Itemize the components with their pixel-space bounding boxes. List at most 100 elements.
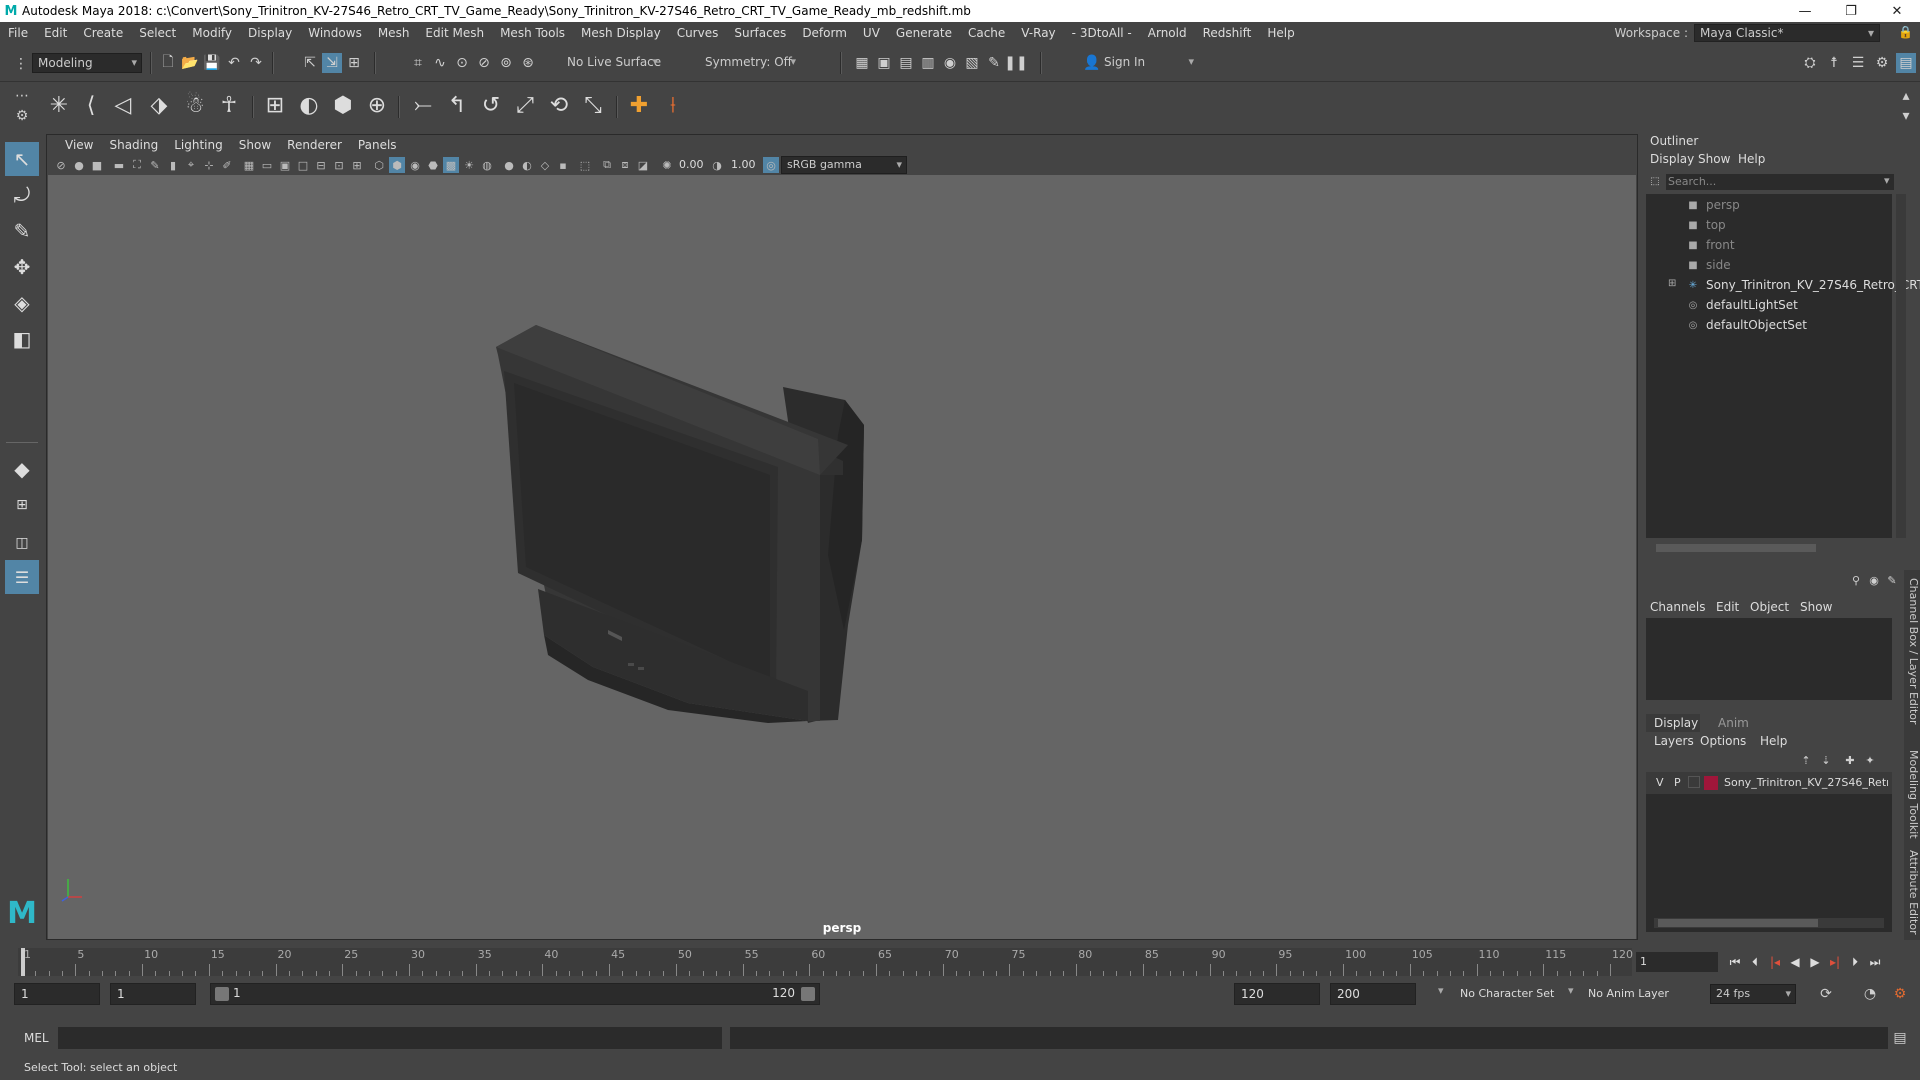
- redo-icon[interactable]: ↷: [246, 53, 266, 73]
- step-back-frame-icon[interactable]: |◂: [1766, 954, 1784, 970]
- select-object-icon[interactable]: ⇲: [322, 53, 342, 73]
- live-surface-field[interactable]: No Live Surface: [562, 53, 662, 73]
- animation-preferences-icon[interactable]: ⚙: [1890, 984, 1910, 1004]
- depth-of-field-icon[interactable]: ◇: [537, 157, 553, 173]
- xray-joints-icon[interactable]: ⧉: [599, 157, 615, 173]
- shelf-joint-icon[interactable]: ✳: [42, 88, 76, 122]
- select-tool-icon[interactable]: ↖: [5, 142, 39, 176]
- rotate-tool-icon[interactable]: ◈: [5, 286, 39, 320]
- channel-box-edit-icon[interactable]: ✎: [1884, 572, 1900, 588]
- layer-move-down-icon[interactable]: ⇣: [1818, 752, 1834, 768]
- menu-cache[interactable]: Cache: [960, 26, 1013, 40]
- shelf-ik-handle-icon[interactable]: ⟨: [74, 88, 108, 122]
- shelf-locator-icon[interactable]: ✚: [622, 88, 656, 122]
- viewport-menu-panels[interactable]: Panels: [350, 138, 405, 152]
- shelf-cluster-icon[interactable]: ◐: [292, 88, 326, 122]
- channel-box-menu-channels[interactable]: Channels: [1650, 600, 1706, 614]
- character-set-field[interactable]: No Character Set: [1460, 987, 1554, 1000]
- shelf-constraint-orient-icon[interactable]: ↺: [474, 88, 508, 122]
- shelf-ik-spline-icon[interactable]: ◁: [106, 88, 140, 122]
- step-back-key-icon[interactable]: ⏴: [1746, 954, 1764, 970]
- outliner-item-default-object-set[interactable]: ◎ defaultObjectSet: [1686, 316, 1807, 334]
- menu-generate[interactable]: Generate: [888, 26, 960, 40]
- smooth-shade-icon[interactable]: ⬢: [389, 157, 405, 173]
- channel-box-menu-object[interactable]: Object: [1750, 600, 1789, 614]
- layer-playback-toggle[interactable]: P: [1674, 776, 1681, 789]
- persp-outliner-layout-icon[interactable]: ◫: [5, 526, 39, 560]
- shelf-constraint-point-icon[interactable]: ⤚: [406, 88, 440, 122]
- viewport-menu-view[interactable]: View: [57, 138, 101, 152]
- loop-icon[interactable]: ⟳: [1816, 984, 1836, 1004]
- field-chart-icon[interactable]: ▭: [259, 157, 275, 173]
- isolate-select-icon[interactable]: ▪: [555, 157, 571, 173]
- outliner-layout-icon[interactable]: ☰: [5, 560, 39, 594]
- render-setup-icon[interactable]: ▧: [962, 53, 982, 73]
- viewport-menu-show[interactable]: Show: [231, 138, 279, 152]
- outliner-search-input[interactable]: Search...: [1666, 174, 1894, 190]
- snap-point-icon[interactable]: ⊙: [452, 53, 472, 73]
- pause-viewport-icon[interactable]: ❚❚: [1004, 53, 1027, 73]
- exposure-icon[interactable]: ✺: [659, 157, 675, 173]
- snap-vertex-icon[interactable]: ⊛: [518, 53, 538, 73]
- layer-color-swatch[interactable]: [1704, 776, 1718, 790]
- light-editor-icon[interactable]: ✎: [984, 53, 1004, 73]
- menu-mesh-display[interactable]: Mesh Display: [573, 26, 669, 40]
- snap-grid-icon[interactable]: ⌗: [408, 53, 428, 73]
- collapse-handle-icon[interactable]: ⋮: [14, 54, 28, 74]
- layer-visibility-toggle[interactable]: V: [1656, 776, 1664, 789]
- shelf-settings-icon[interactable]: ⚙: [12, 106, 32, 126]
- range-end-handle[interactable]: [801, 987, 815, 1001]
- safe-action-icon[interactable]: ▣: [277, 157, 293, 173]
- auto-key-icon[interactable]: ◔: [1860, 984, 1880, 1004]
- side-tab-modeling-toolkit[interactable]: Modeling Toolkit: [1904, 750, 1920, 839]
- step-forward-key-icon[interactable]: ⏵: [1846, 954, 1864, 970]
- viewport-menu-renderer[interactable]: Renderer: [279, 138, 350, 152]
- anim-layer-arrow-icon[interactable]: ▾: [1568, 984, 1574, 997]
- character-set-arrow-icon[interactable]: ▾: [1438, 984, 1444, 997]
- layer-move-up-icon[interactable]: ⇡: [1798, 752, 1814, 768]
- shelf-scroll-up-icon[interactable]: ▴: [1896, 86, 1916, 106]
- layer-reference-toggle[interactable]: [1688, 776, 1700, 788]
- grid-toggle-icon[interactable]: ▦: [241, 157, 257, 173]
- shelf-quick-rig-icon[interactable]: ☃: [178, 88, 212, 122]
- crt-tv-model[interactable]: [48, 175, 1636, 939]
- playback-end-field[interactable]: 120: [1234, 983, 1320, 1005]
- channel-box-icon[interactable]: ▤: [1896, 53, 1916, 73]
- select-hierarchy-icon[interactable]: ⇱: [300, 53, 320, 73]
- shelf-constraint-scale-icon[interactable]: ⤢: [508, 88, 542, 122]
- layer-horizontal-scrollbar[interactable]: [1654, 918, 1884, 928]
- menu-modify[interactable]: Modify: [184, 26, 240, 40]
- four-view-layout-icon[interactable]: ⊞: [5, 488, 39, 522]
- menu-uv[interactable]: UV: [855, 26, 888, 40]
- command-input[interactable]: [58, 1027, 722, 1049]
- undo-icon[interactable]: ↶: [224, 53, 244, 73]
- shelf-options-icon[interactable]: ⋯: [12, 86, 32, 106]
- shelf-humanik-icon[interactable]: ☥: [212, 88, 246, 122]
- outliner-item-persp[interactable]: ■ persp: [1686, 196, 1740, 214]
- paint-select-tool-icon[interactable]: ✎: [5, 214, 39, 248]
- channel-box-key-icon[interactable]: ⚲: [1848, 572, 1864, 588]
- select-component-icon[interactable]: ⊞: [344, 53, 364, 73]
- channel-box-menu-show[interactable]: Show: [1800, 600, 1832, 614]
- outliner-menu-help[interactable]: Help: [1738, 152, 1765, 166]
- viewport-menu-lighting[interactable]: Lighting: [166, 138, 231, 152]
- attribute-editor-icon[interactable]: ☰: [1848, 53, 1868, 73]
- menu-arnold[interactable]: Arnold: [1140, 26, 1195, 40]
- shelf-constraint-pole-icon[interactable]: ⤡: [576, 88, 610, 122]
- layer-name[interactable]: Sony_Trinitron_KV_27S46_Retro_C: [1724, 776, 1888, 789]
- channel-box-menu-edit[interactable]: Edit: [1716, 600, 1739, 614]
- search-options-icon[interactable]: ▾: [1884, 174, 1890, 187]
- modeling-toolkit-icon[interactable]: ⛭: [1800, 53, 1820, 73]
- menu-mesh-tools[interactable]: Mesh Tools: [492, 26, 573, 40]
- current-frame-field[interactable]: 1: [1636, 952, 1718, 972]
- menu-display[interactable]: Display: [240, 26, 300, 40]
- exposure-field[interactable]: 0.00: [675, 156, 709, 174]
- close-button[interactable]: ✕: [1874, 0, 1920, 22]
- menu-curves[interactable]: Curves: [669, 26, 727, 40]
- overscan-icon[interactable]: ⊡: [331, 157, 347, 173]
- layer-tab-anim[interactable]: Anim: [1718, 716, 1749, 730]
- snap-surface-icon[interactable]: ⊚: [496, 53, 516, 73]
- heads-up-icon[interactable]: ⊞: [349, 157, 365, 173]
- menu-edit-mesh[interactable]: Edit Mesh: [417, 26, 492, 40]
- play-backward-icon[interactable]: ◀: [1786, 954, 1804, 970]
